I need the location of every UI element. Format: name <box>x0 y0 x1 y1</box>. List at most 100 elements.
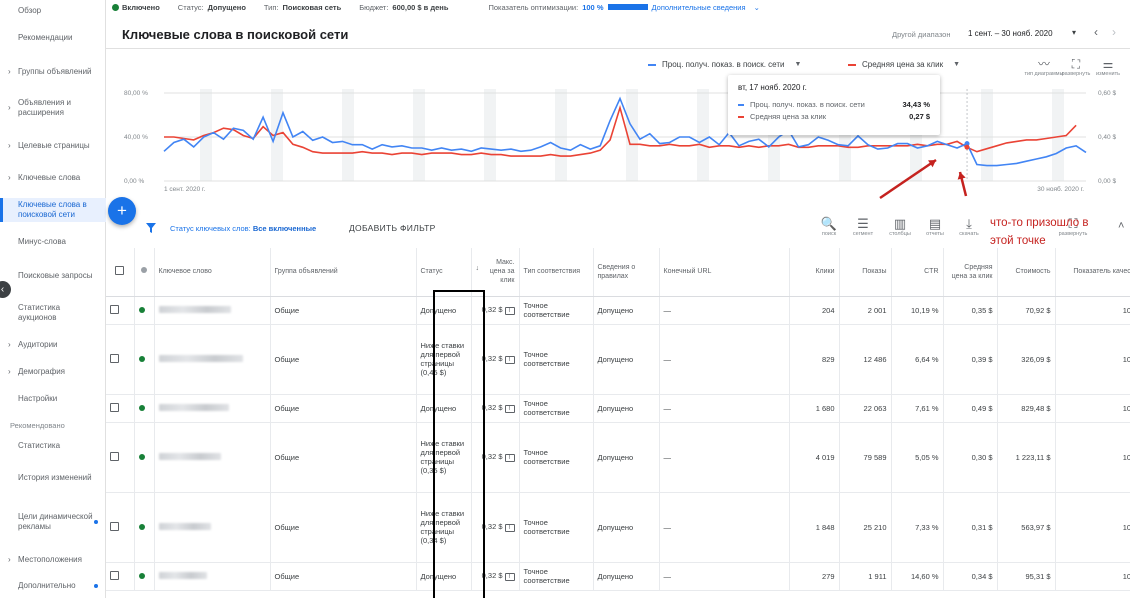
ad-group-link[interactable]: Общие <box>270 324 417 395</box>
keyword-cell[interactable] <box>154 296 271 325</box>
keyword-cell[interactable] <box>154 324 271 395</box>
redacted-keyword <box>158 452 221 460</box>
sidebar-item[interactable]: Статистика аукционов <box>0 301 106 325</box>
date-prev-button[interactable]: ‹ <box>1094 25 1098 39</box>
row-checkbox[interactable] <box>106 422 135 493</box>
sidebar-item[interactable]: › Целевые страницы <box>0 134 106 158</box>
col-cost[interactable]: Стоимость <box>997 248 1056 297</box>
sidebar-item[interactable]: › Местоположения <box>0 554 106 566</box>
filter-icon[interactable] <box>146 223 156 233</box>
max-cpc-cell[interactable]: 0,32 $ ⌇ <box>471 492 520 563</box>
columns-button[interactable]: ▥ столбцы <box>883 216 917 237</box>
col-avg-cpc[interactable]: Средняя цена за клик <box>943 248 998 297</box>
more-info-chevron-icon[interactable]: ⌄ <box>754 3 760 12</box>
col-quality[interactable]: Показатель качества <box>1055 248 1130 297</box>
adjust-button[interactable]: ⚌ изменить <box>1088 58 1128 78</box>
max-cpc-cell[interactable]: 0,32 $ ⌇ <box>471 562 520 591</box>
bid-chart-icon[interactable]: ⌇ <box>504 523 515 532</box>
date-range-selector[interactable]: 1 сент. – 30 нояб. 2020 <box>968 29 1053 38</box>
row-checkbox[interactable] <box>106 562 135 591</box>
redacted-keyword <box>158 571 207 579</box>
add-filter-button[interactable]: ДОБАВИТЬ ФИЛЬТР <box>349 223 436 233</box>
redacted-keyword <box>158 305 231 313</box>
bid-chart-icon[interactable]: ⌇ <box>504 355 515 364</box>
keyword-cell[interactable] <box>154 492 271 563</box>
search-button[interactable]: 🔍 поиск <box>812 216 846 237</box>
sidebar-item[interactable]: Статистика <box>0 440 106 452</box>
sidebar-item[interactable]: Настройки <box>0 393 106 405</box>
metric1-selector[interactable]: Проц. получ. показ. в поиск. сети ▼ <box>648 60 801 69</box>
sidebar-item[interactable]: Поисковые запросы <box>0 264 106 288</box>
ad-group-link[interactable]: Общие <box>270 422 417 493</box>
active-filter-chip[interactable]: Статус ключевых слов: Все включенные <box>170 224 316 233</box>
reports-button[interactable]: ▤ отчеты <box>918 216 952 237</box>
bid-chart-icon[interactable]: ⌇ <box>504 572 515 581</box>
max-cpc-value[interactable]: 0,32 $ <box>482 522 503 531</box>
row-checkbox[interactable] <box>106 324 135 395</box>
max-cpc-cell[interactable]: 0,32 $ ⌇ <box>471 422 520 493</box>
sidebar-item[interactable]: Цели динамической рекламы <box>0 505 106 539</box>
col-policy[interactable]: Сведения о правилах <box>593 248 660 297</box>
tooltip-value-2: 0,27 $ <box>909 112 930 121</box>
keyword-cell[interactable] <box>154 394 271 423</box>
max-cpc-value[interactable]: 0,32 $ <box>482 354 503 363</box>
max-cpc-value[interactable]: 0,32 $ <box>482 571 503 580</box>
col-clicks[interactable]: Клики <box>789 248 840 297</box>
sidebar-item[interactable]: › Объявления и расширения <box>0 96 106 120</box>
segment-button[interactable]: ☰ сегмент <box>846 216 880 237</box>
table-row[interactable]: Общие Допущено 0,32 $ ⌇ Точное соответствие Д… <box>106 296 1130 325</box>
sidebar-item[interactable]: Ключевые слова в поисковой сети <box>0 198 106 222</box>
sidebar-item[interactable]: › Ключевые слова <box>0 172 106 184</box>
col-ad-group[interactable]: Группа объявлений <box>270 248 417 297</box>
max-cpc-cell[interactable]: 0,32 $ ⌇ <box>471 296 520 325</box>
table-row[interactable]: Общие Ниже ставки для первой страницы (0,… <box>106 324 1130 395</box>
max-cpc-value[interactable]: 0,32 $ <box>482 403 503 412</box>
max-cpc-cell[interactable]: 0,32 $ ⌇ <box>471 324 520 395</box>
more-info-link[interactable]: Дополнительные сведения <box>652 3 746 12</box>
download-button[interactable]: ⤓ скачать <box>952 216 986 237</box>
bid-chart-icon[interactable]: ⌇ <box>504 306 515 315</box>
bid-chart-icon[interactable]: ⌇ <box>504 453 515 462</box>
col-status[interactable]: Статус <box>416 248 472 297</box>
col-impressions[interactable]: Показы <box>839 248 892 297</box>
date-next-button[interactable]: › <box>1112 25 1116 39</box>
ad-group-link[interactable]: Общие <box>270 296 417 325</box>
table-row[interactable]: Общие Допущено 0,32 $ ⌇ Точное соответствие Д… <box>106 562 1130 591</box>
ad-group-link[interactable]: Общие <box>270 394 417 423</box>
table-row[interactable]: Общие Ниже ставки для первой страницы (0,… <box>106 492 1130 563</box>
sidebar-item[interactable]: › Демография <box>0 366 106 378</box>
select-all-checkbox[interactable] <box>106 248 135 297</box>
max-cpc-cell[interactable]: 0,32 $ ⌇ <box>471 394 520 423</box>
sidebar-item[interactable]: Дополнительно <box>0 580 106 592</box>
ad-group-link[interactable]: Общие <box>270 492 417 563</box>
campaign-state: Включено <box>122 2 160 12</box>
sidebar-item[interactable]: Рекомендации <box>0 32 106 44</box>
sidebar-item[interactable]: › Группы объявлений <box>0 60 106 84</box>
sidebar-item[interactable]: › Аудитории <box>0 339 106 351</box>
sidebar-item[interactable]: История изменений <box>0 466 106 490</box>
col-keyword[interactable]: Ключевое слово <box>154 248 271 297</box>
y-left-tick-label: 40,00 % <box>124 134 148 141</box>
row-checkbox[interactable] <box>106 394 135 423</box>
row-checkbox[interactable] <box>106 296 135 325</box>
row-checkbox[interactable] <box>106 492 135 563</box>
col-ctr[interactable]: CTR <box>891 248 944 297</box>
row-status-dot <box>134 562 155 591</box>
sidebar-item[interactable]: Минус-слова <box>0 236 106 248</box>
col-max-cpc[interactable]: ↓ Макс. цена за клик <box>471 248 520 297</box>
ad-group-link[interactable]: Общие <box>270 562 417 591</box>
keyword-cell[interactable] <box>154 562 271 591</box>
keyword-cell[interactable] <box>154 422 271 493</box>
table-row[interactable]: Общие Ниже ставки для первой страницы (0,… <box>106 422 1130 493</box>
collapse-chevron-icon[interactable]: ˄ <box>1118 220 1124 232</box>
date-range-caret-icon[interactable]: ▾ <box>1072 28 1076 37</box>
col-final-url[interactable]: Конечный URL <box>659 248 790 297</box>
metric2-selector[interactable]: Средняя цена за клик ▼ <box>848 60 960 69</box>
max-cpc-value[interactable]: 0,32 $ <box>482 305 503 314</box>
sidebar-item[interactable]: Обзор <box>0 5 106 17</box>
sidebar: Обзор Рекомендации › Группы объявлений › Объя… <box>0 0 106 598</box>
bid-chart-icon[interactable]: ⌇ <box>504 404 515 413</box>
col-match-type[interactable]: Тип соответствия <box>519 248 594 297</box>
max-cpc-value[interactable]: 0,32 $ <box>482 452 503 461</box>
table-row[interactable]: Общие Допущено 0,32 $ ⌇ Точное соответствие Д… <box>106 394 1130 423</box>
